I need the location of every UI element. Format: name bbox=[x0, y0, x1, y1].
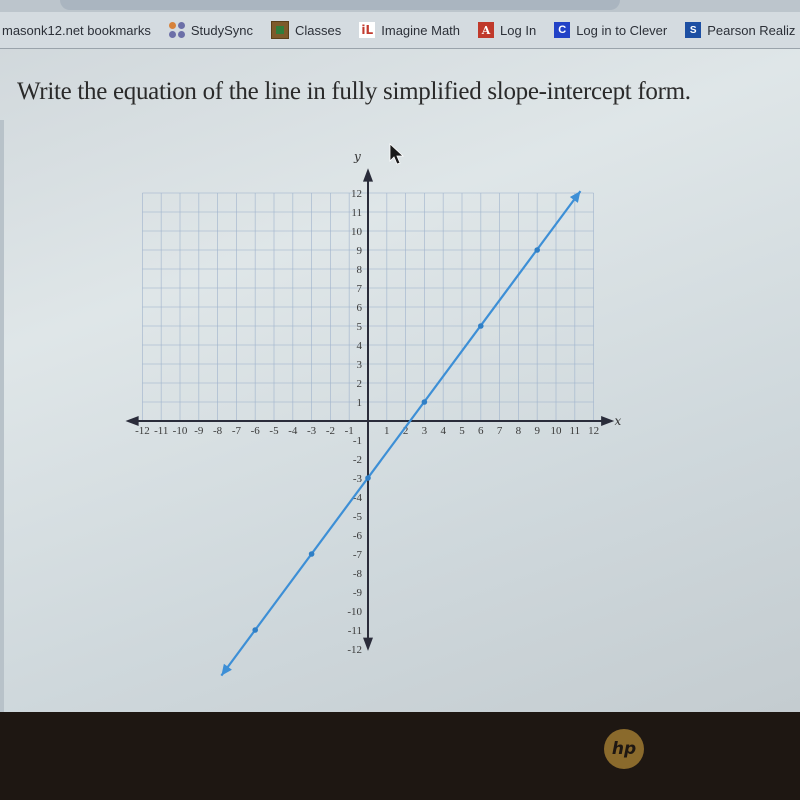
y-axis-label: y bbox=[353, 150, 361, 164]
y-tick-label: 11 bbox=[351, 207, 362, 219]
y-tick-label: -6 bbox=[353, 530, 363, 542]
x-tick-label: -8 bbox=[213, 425, 223, 437]
y-tick-label: 9 bbox=[357, 245, 363, 257]
x-tick-label: 9 bbox=[534, 425, 540, 437]
x-tick-label: -11 bbox=[154, 425, 168, 437]
y-tick-label: -1 bbox=[353, 435, 362, 447]
y-tick-label: -7 bbox=[353, 549, 363, 561]
data-point bbox=[534, 247, 540, 253]
x-tick-label: -4 bbox=[288, 425, 298, 437]
x-tick-label: 7 bbox=[497, 425, 503, 437]
hp-logo-icon: hp bbox=[604, 729, 644, 769]
coordinate-graph[interactable]: xy -12 -11 -10 -9 -8 -7 -6 -5 -4 -3 -2 -1 1 2 3 4 5 6 7 8 9 1… bbox=[0, 0, 800, 712]
y-tick-label: -12 bbox=[347, 644, 362, 656]
x-tick-label: -12 bbox=[135, 425, 150, 437]
y-tick-label: 4 bbox=[357, 340, 363, 352]
data-point bbox=[252, 627, 258, 633]
y-tick-label: 3 bbox=[357, 359, 363, 371]
x-tick-label: 10 bbox=[551, 425, 563, 437]
x-tick-label: 11 bbox=[570, 425, 581, 437]
y-tick-label: 6 bbox=[357, 302, 363, 314]
x-axis-arrow-right bbox=[601, 416, 615, 426]
data-point bbox=[421, 399, 428, 405]
y-tick-label: 10 bbox=[351, 226, 363, 238]
y-axis-arrow-down bbox=[363, 637, 373, 651]
x-axis-label: x bbox=[615, 414, 622, 428]
data-point bbox=[365, 475, 371, 481]
x-tick-label: 4 bbox=[440, 425, 446, 437]
data-point bbox=[308, 551, 315, 557]
screen: masonk12.net bookmarks StudySync Classes… bbox=[0, 0, 800, 712]
x-tick-label: -2 bbox=[326, 425, 335, 437]
y-tick-label: 8 bbox=[357, 264, 363, 276]
y-tick-label: -9 bbox=[353, 587, 363, 599]
y-tick-label: 2 bbox=[357, 378, 363, 390]
mouse-cursor-icon bbox=[389, 143, 405, 165]
y-tick-label: 1 bbox=[357, 397, 363, 409]
x-tick-label: 6 bbox=[478, 425, 484, 437]
x-tick-label: -3 bbox=[307, 425, 317, 437]
y-tick-label: -2 bbox=[353, 454, 362, 466]
y-axis-arrow-up bbox=[363, 168, 373, 182]
x-tick-label: 5 bbox=[459, 425, 465, 437]
y-tick-label: 12 bbox=[351, 188, 362, 200]
x-tick-label: 1 bbox=[384, 425, 390, 437]
y-tick-label: -10 bbox=[347, 606, 362, 618]
x-tick-label: -10 bbox=[173, 425, 188, 437]
x-tick-label: -9 bbox=[194, 425, 204, 437]
y-tick-label: -3 bbox=[353, 473, 363, 485]
x-tick-label: 8 bbox=[516, 425, 522, 437]
x-tick-label: -5 bbox=[269, 425, 279, 437]
y-tick-label: -11 bbox=[348, 625, 362, 637]
y-tick-label: 7 bbox=[357, 283, 363, 295]
y-tick-label: 5 bbox=[357, 321, 363, 333]
x-tick-label: -6 bbox=[251, 425, 261, 437]
x-tick-label: 12 bbox=[588, 425, 599, 437]
axes: xy bbox=[125, 150, 622, 651]
screen-edge bbox=[0, 120, 4, 712]
y-tick-label: -5 bbox=[353, 511, 363, 523]
data-point bbox=[478, 323, 484, 329]
y-tick-label: -8 bbox=[353, 568, 363, 580]
x-tick-label: 3 bbox=[422, 425, 428, 437]
series-arrow-start bbox=[221, 663, 232, 676]
x-tick-label: -7 bbox=[232, 425, 242, 437]
